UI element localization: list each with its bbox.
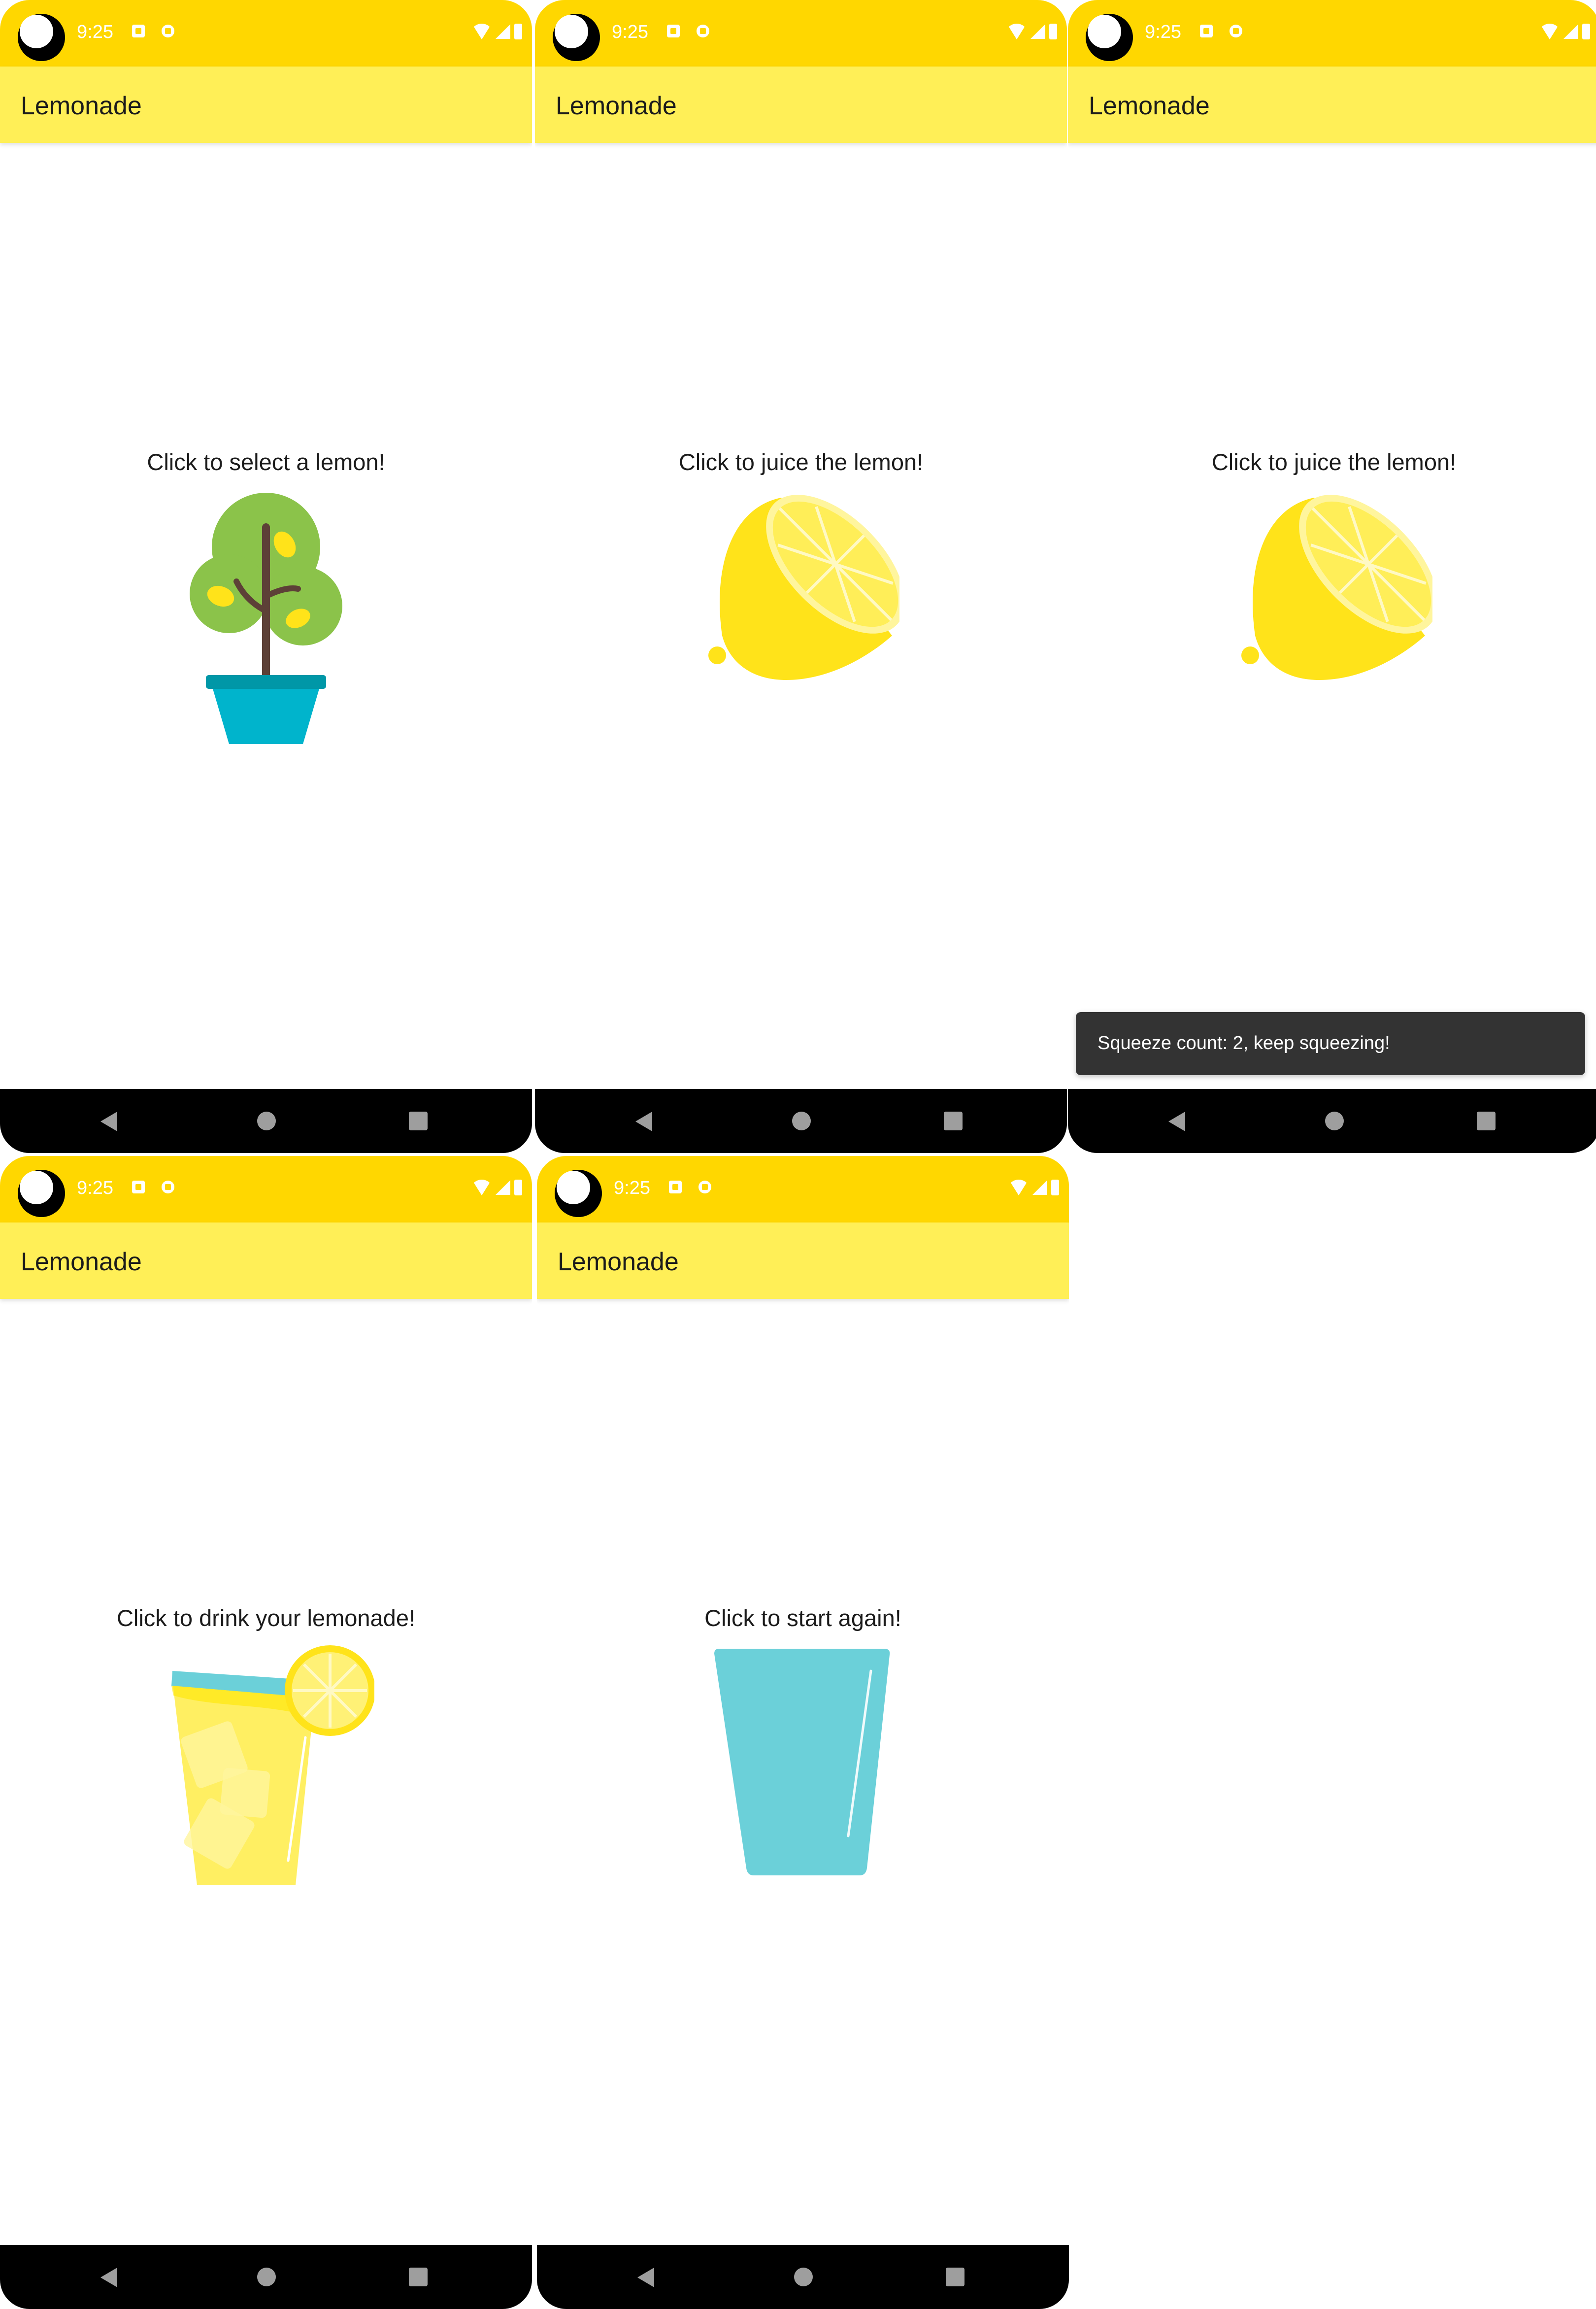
wifi-icon	[1007, 24, 1027, 39]
notification-icon	[1200, 25, 1213, 37]
status-icons	[1540, 22, 1590, 41]
back-icon[interactable]	[100, 1112, 117, 1131]
status-time: 9:25	[612, 22, 648, 42]
home-icon[interactable]	[792, 1112, 811, 1130]
lemon-tree-icon[interactable]	[182, 488, 350, 744]
signal-icon	[1563, 24, 1578, 39]
app-bar: Lemonade	[1068, 67, 1596, 143]
phone-screen-juice-lemon-snackbar: 9:25 Lemonade Click to juice the lemon! …	[1068, 0, 1596, 1153]
notification-icon	[162, 1181, 174, 1193]
app-title: Lemonade	[556, 92, 677, 120]
notification-icon	[132, 1181, 145, 1193]
status-bar: 9:25	[0, 1156, 532, 1222]
app-bar: Lemonade	[535, 67, 1067, 143]
app-title: Lemonade	[1089, 92, 1210, 120]
app-bar: Lemonade	[0, 67, 532, 143]
app-bar: Lemonade	[0, 1222, 532, 1299]
wifi-icon	[1009, 1180, 1029, 1195]
lemonade-drink-icon[interactable]	[158, 1644, 374, 1900]
back-icon[interactable]	[100, 2268, 117, 2287]
home-icon[interactable]	[257, 1112, 276, 1130]
notification-icon	[669, 1181, 682, 1193]
notification-icon	[132, 25, 145, 37]
phone-screen-drink-lemonade: 9:25 Lemonade Click to drink your lemona…	[0, 1156, 532, 2309]
camera-cutout	[553, 14, 600, 61]
recents-icon[interactable]	[409, 1112, 428, 1130]
app-bar: Lemonade	[537, 1222, 1069, 1299]
notification-icon	[1230, 25, 1242, 37]
phone-screen-select-lemon: 9:25 Lemonade Click to select a lemon!	[0, 0, 532, 1153]
notification-icon	[162, 25, 174, 37]
app-title: Lemonade	[21, 1248, 142, 1276]
instruction-text: Click to juice the lemon!	[1211, 449, 1457, 475]
camera-cutout	[555, 1170, 602, 1217]
notification-icon	[698, 1181, 711, 1193]
status-icons	[472, 22, 522, 41]
recents-icon[interactable]	[1477, 1112, 1496, 1130]
snackbar: Squeeze count: 2, keep squeezing!	[1076, 1012, 1585, 1075]
wifi-icon	[1540, 24, 1560, 39]
instruction-text: Click to drink your lemonade!	[116, 1605, 416, 1631]
home-icon[interactable]	[257, 2268, 276, 2286]
navigation-bar	[1068, 1089, 1596, 1153]
instruction-text: Click to start again!	[704, 1605, 901, 1631]
navigation-bar	[537, 2245, 1069, 2309]
status-time: 9:25	[77, 1178, 113, 1198]
phone-screen-juice-lemon: 9:25 Lemonade Click to juice the lemon!	[535, 0, 1067, 1153]
battery-icon	[1582, 24, 1590, 39]
phone-screen-start-again: 9:25 Lemonade Click to start again!	[537, 1156, 1069, 2309]
signal-icon	[1032, 1180, 1047, 1195]
instruction-text: Click to juice the lemon!	[678, 449, 924, 475]
navigation-bar	[0, 2245, 532, 2309]
back-icon[interactable]	[1168, 1112, 1185, 1131]
status-icons	[1009, 1178, 1059, 1197]
status-time: 9:25	[1145, 22, 1181, 42]
camera-cutout	[18, 1170, 65, 1217]
status-time: 9:25	[614, 1178, 650, 1198]
lemon-squeeze-icon[interactable]	[702, 488, 899, 695]
status-time: 9:25	[77, 22, 113, 42]
app-title: Lemonade	[558, 1248, 679, 1276]
camera-cutout	[18, 14, 65, 61]
recents-icon[interactable]	[944, 1112, 963, 1130]
empty-glass-icon[interactable]	[709, 1644, 897, 1880]
status-bar: 9:25	[535, 0, 1067, 67]
status-bar: 9:25	[1068, 0, 1596, 67]
signal-icon	[496, 24, 510, 39]
snackbar-message: Squeeze count: 2, keep squeezing!	[1097, 1033, 1390, 1053]
battery-icon	[514, 1180, 522, 1195]
navigation-bar	[0, 1089, 532, 1153]
lemon-squeeze-icon[interactable]	[1235, 488, 1432, 695]
back-icon[interactable]	[637, 2268, 654, 2287]
recents-icon[interactable]	[946, 2268, 964, 2286]
home-icon[interactable]	[1325, 1112, 1344, 1130]
signal-icon	[1031, 24, 1045, 39]
signal-icon	[496, 1180, 510, 1195]
camera-cutout	[1086, 14, 1133, 61]
navigation-bar	[535, 1089, 1067, 1153]
battery-icon	[514, 24, 522, 39]
battery-icon	[1051, 1180, 1059, 1195]
status-icons	[1007, 22, 1057, 41]
wifi-icon	[472, 1180, 492, 1195]
app-title: Lemonade	[21, 92, 142, 120]
recents-icon[interactable]	[409, 2268, 428, 2286]
back-icon[interactable]	[635, 1112, 652, 1131]
battery-icon	[1049, 24, 1057, 39]
notification-icon	[667, 25, 680, 37]
wifi-icon	[472, 24, 492, 39]
instruction-text: Click to select a lemon!	[147, 449, 385, 475]
status-bar: 9:25	[0, 0, 532, 67]
notification-icon	[697, 25, 709, 37]
status-bar: 9:25	[537, 1156, 1069, 1222]
home-icon[interactable]	[794, 2268, 813, 2286]
status-icons	[472, 1178, 522, 1197]
